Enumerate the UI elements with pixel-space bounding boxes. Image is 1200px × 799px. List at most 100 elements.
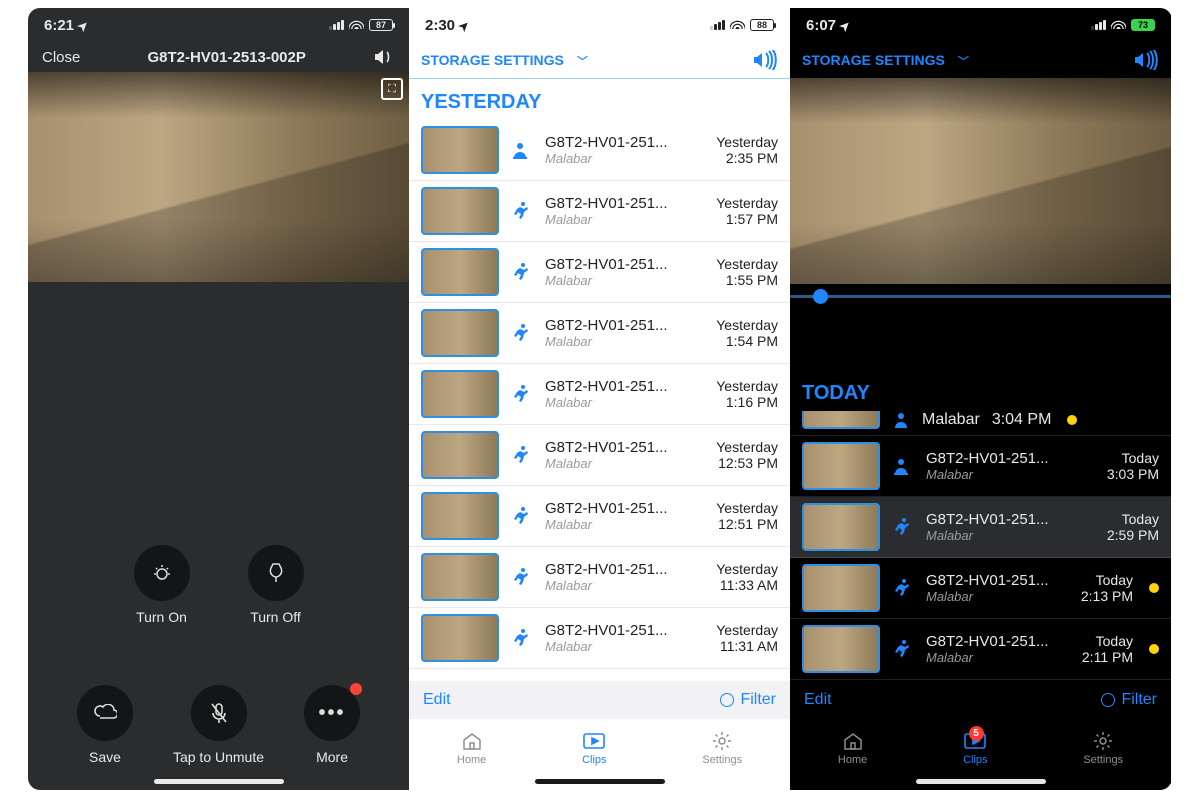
speaker-icon[interactable] [373, 48, 395, 66]
clip-row-partial[interactable]: Malabar 3:04 PM [790, 411, 1171, 436]
tab-home[interactable]: Home [838, 730, 867, 766]
clip-location: Malabar [545, 639, 704, 654]
tab-settings[interactable]: Settings [1083, 730, 1123, 766]
turn-on-button[interactable] [134, 545, 190, 601]
clip-time: Yesterday11:31 AM [716, 622, 778, 654]
clip-name: G8T2-HV01-251... [545, 378, 704, 395]
camera-feed[interactable] [790, 78, 1171, 284]
home-indicator[interactable] [916, 779, 1046, 784]
unmute-button[interactable] [191, 685, 247, 741]
wifi-icon [730, 18, 745, 32]
scrubber[interactable] [790, 284, 1171, 308]
clip-row[interactable]: G8T2-HV01-251...MalabarToday2:11 PM [790, 619, 1171, 680]
location-icon [78, 17, 88, 34]
motion-icon [511, 262, 533, 282]
edit-button[interactable]: Edit [804, 691, 832, 709]
location-icon [840, 17, 850, 34]
person-icon [892, 457, 914, 475]
controls: Turn On Turn Off Save [28, 282, 409, 777]
motion-icon [511, 323, 533, 343]
clip-row[interactable]: G8T2-HV01-251...MalabarYesterday1:54 PM [409, 303, 790, 364]
clip-time: Today2:59 PM [1107, 511, 1159, 543]
clip-time: Yesterday12:53 PM [716, 439, 778, 471]
more-label: More [316, 749, 348, 765]
tab-clips[interactable]: 5 Clips [963, 730, 987, 766]
unmute-label: Tap to Unmute [173, 749, 264, 765]
fullscreen-icon[interactable]: ⛶ [381, 78, 403, 100]
tab-bar: Home Clips Settings [409, 719, 790, 777]
motion-icon [511, 384, 533, 404]
sound-icon[interactable] [752, 50, 778, 70]
motion-icon [511, 506, 533, 526]
camera-feed[interactable]: ⛶ [28, 72, 409, 282]
thumbnail [802, 411, 880, 429]
clip-location: Malabar [545, 517, 704, 532]
cell-signal-icon [710, 20, 725, 30]
close-button[interactable]: Close [42, 49, 80, 66]
storage-settings-button[interactable]: STORAGE SETTINGS ﹀ [802, 52, 969, 69]
thumbnail [802, 625, 880, 673]
scrubber-knob[interactable] [813, 289, 828, 304]
turn-off-button[interactable] [248, 545, 304, 601]
clip-row[interactable]: G8T2-HV01-251...MalabarYesterday11:33 AM [409, 547, 790, 608]
clip-row[interactable]: G8T2-HV01-251...MalabarToday2:59 PM [790, 497, 1171, 558]
clip-time: Yesterday1:57 PM [716, 195, 778, 227]
location-icon [459, 17, 469, 34]
clip-row[interactable]: G8T2-HV01-251...MalabarToday3:03 PM [790, 436, 1171, 497]
clock: 6:07 [806, 17, 836, 34]
thumbnail [802, 564, 880, 612]
clip-location: Malabar [545, 456, 704, 471]
clip-time: Today2:11 PM [1082, 633, 1133, 665]
thumbnail [421, 187, 499, 235]
clip-name: G8T2-HV01-251... [545, 439, 704, 456]
clip-name: G8T2-HV01-251... [545, 134, 704, 151]
clip-row[interactable]: G8T2-HV01-251...MalabarYesterday1:55 PM [409, 242, 790, 303]
tab-settings[interactable]: Settings [702, 730, 742, 766]
clip-location: Malabar [545, 395, 704, 410]
home-indicator[interactable] [154, 779, 284, 784]
wifi-icon [1111, 18, 1126, 32]
clip-row[interactable]: G8T2-HV01-251...MalabarYesterday2:35 PM [409, 120, 790, 181]
clip-row[interactable]: G8T2-HV01-251...MalabarYesterday11:31 AM [409, 608, 790, 669]
storage-settings-button[interactable]: STORAGE SETTINGS ﹀ [421, 52, 588, 69]
clip-time: Yesterday1:16 PM [716, 378, 778, 410]
sound-icon[interactable] [1133, 50, 1159, 70]
battery-icon: 87 [369, 19, 393, 31]
clip-row[interactable]: G8T2-HV01-251...MalabarYesterday12:51 PM [409, 486, 790, 547]
clip-name: G8T2-HV01-251... [545, 195, 704, 212]
clip-name: G8T2-HV01-251... [926, 511, 1095, 528]
tab-home[interactable]: Home [457, 730, 486, 766]
clip-name: G8T2-HV01-251... [545, 500, 704, 517]
clips-badge: 5 [969, 726, 984, 741]
unread-dot [1149, 583, 1159, 593]
clip-row[interactable]: G8T2-HV01-251...MalabarYesterday1:57 PM [409, 181, 790, 242]
edit-button[interactable]: Edit [423, 691, 451, 709]
thumbnail [802, 442, 880, 490]
thumbnail [802, 503, 880, 551]
status-bar: 6:07 73 [790, 8, 1171, 42]
unread-dot [1067, 415, 1077, 425]
clip-row[interactable]: G8T2-HV01-251...MalabarToday2:13 PM [790, 558, 1171, 619]
clip-row[interactable]: G8T2-HV01-251...Malabar Yesterday1:16 PM [409, 364, 790, 425]
clip-list: G8T2-HV01-251...MalabarToday3:03 PMG8T2-… [790, 436, 1171, 680]
clip-location: Malabar [926, 467, 1095, 482]
status-bar: 2:30 88 [409, 8, 790, 42]
thumbnail [421, 553, 499, 601]
filter-button[interactable]: Filter [1101, 691, 1157, 709]
home-indicator[interactable] [535, 779, 665, 784]
phone-clips-dark: 6:07 73 STORAGE SETTINGS ﹀ TODAY Malabar… [790, 8, 1171, 790]
circle-icon [720, 693, 734, 707]
clip-name: G8T2-HV01-251... [545, 256, 704, 273]
motion-icon [511, 201, 533, 221]
home-icon [460, 730, 484, 752]
tab-clips[interactable]: Clips [582, 730, 606, 766]
clip-location: Malabar [545, 334, 704, 349]
save-label: Save [89, 749, 121, 765]
camera-title: G8T2-HV01-2513-002P [147, 49, 305, 66]
save-button[interactable] [77, 685, 133, 741]
filter-button[interactable]: Filter [720, 691, 776, 709]
clip-row[interactable]: G8T2-HV01-251...Malabar Yesterday12:53 PM [409, 425, 790, 486]
clip-name: G8T2-HV01-251... [545, 317, 704, 334]
chevron-down-icon: ﹀ [955, 56, 969, 68]
section-title: TODAY [790, 370, 1171, 411]
